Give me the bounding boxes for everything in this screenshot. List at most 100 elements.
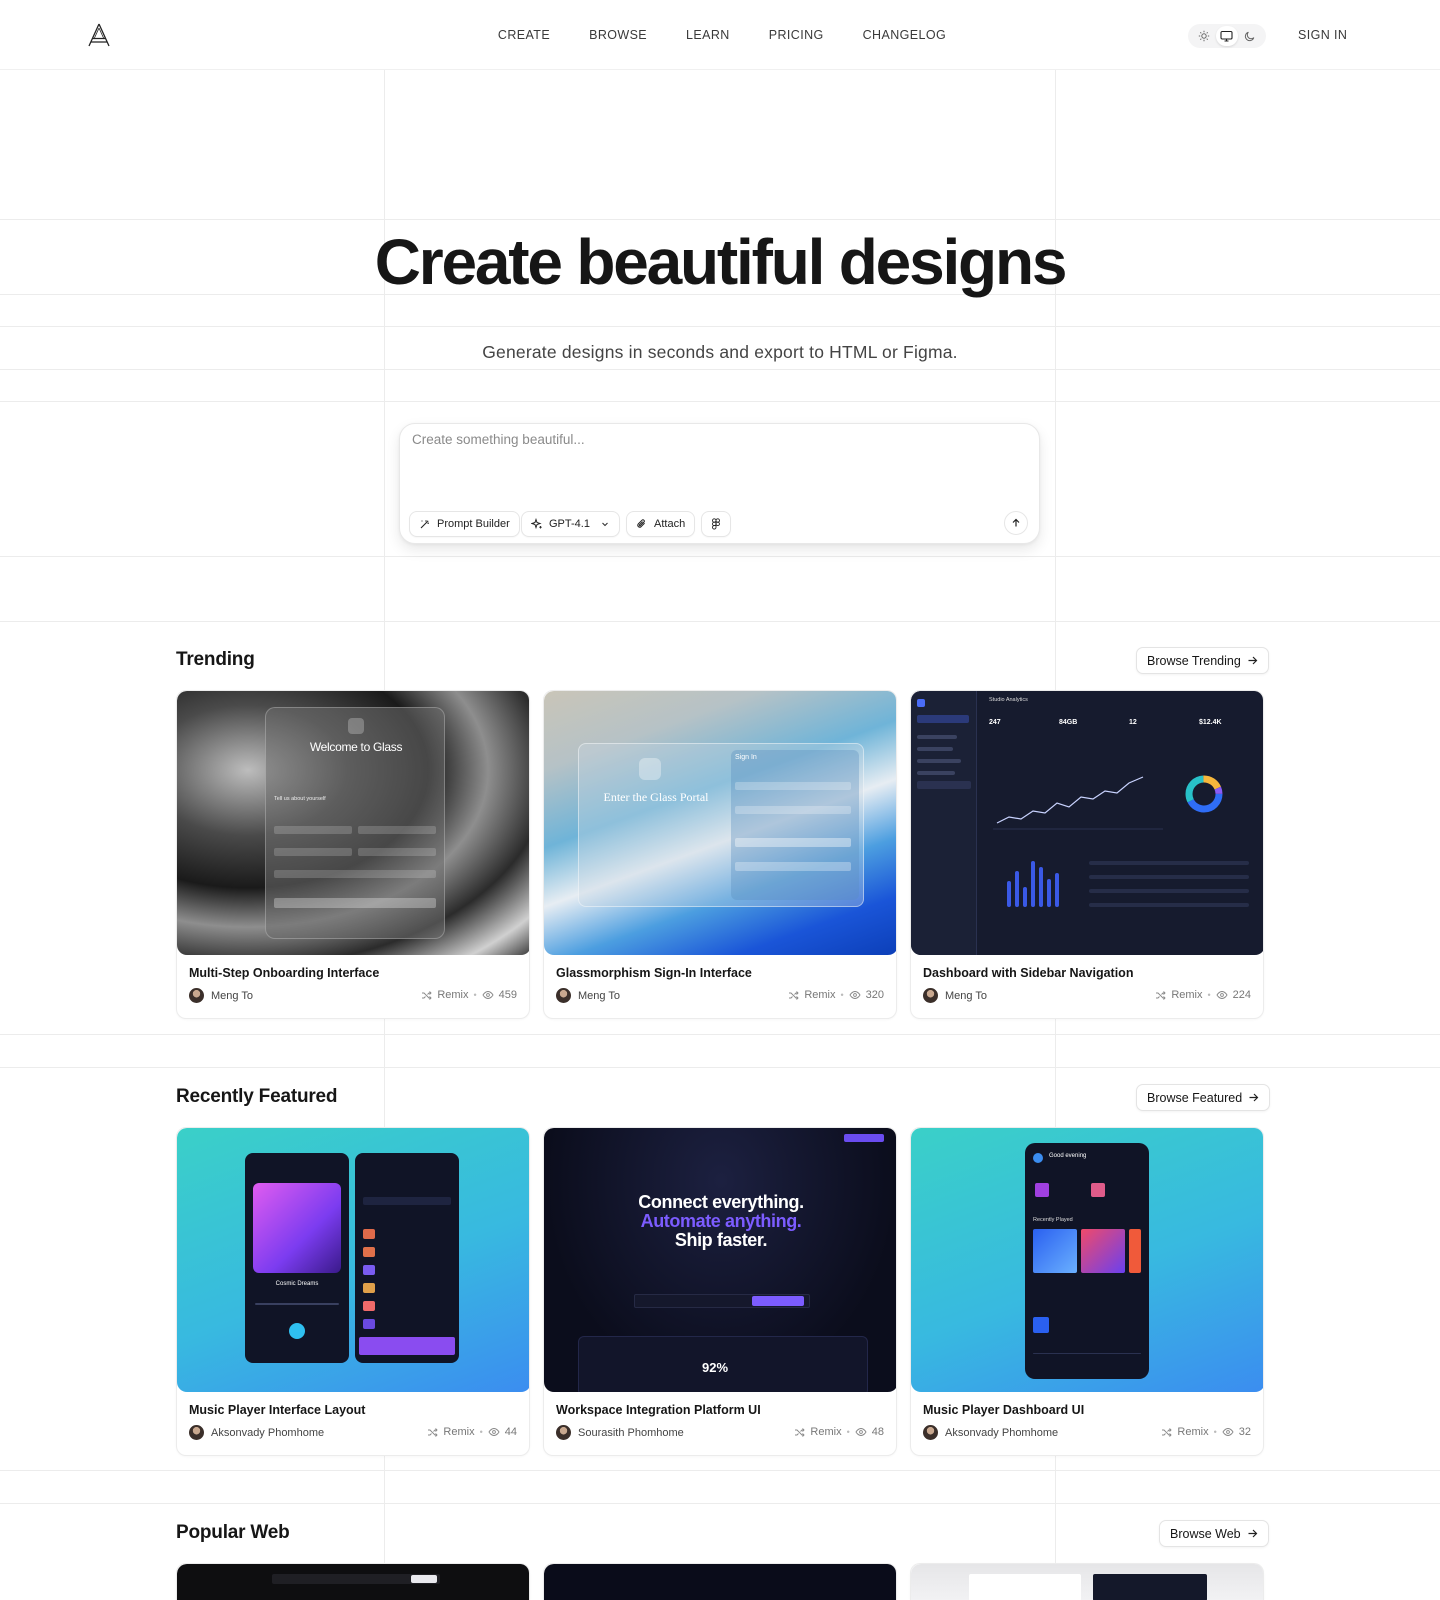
card-thumbnail [544,1564,896,1600]
card-author[interactable]: Meng To [556,988,620,1003]
site-header: CREATE BROWSE LEARN PRICING CHANGELOG SI… [0,0,1440,70]
thumb-heading: Ship faster. [674,1230,768,1250]
prompt-builder-label: Prompt Builder [437,518,510,530]
card-stats: Remix • 320 [788,989,884,1001]
system-theme-button[interactable] [1215,26,1238,46]
browse-trending-button[interactable]: Browse Trending [1136,647,1269,674]
figma-icon [712,518,720,530]
grid-line [0,1470,1440,1471]
card-author[interactable]: Sourasith Phomhome [556,1425,684,1440]
remix-label[interactable]: Remix [443,1426,474,1438]
nav-changelog[interactable]: CHANGELOG [863,28,946,42]
card-title: Multi-Step Onboarding Interface [189,966,380,980]
card-thumbnail: Good evening Recently Played [911,1128,1263,1392]
grid-line [0,1503,1440,1504]
browse-web-button[interactable]: Browse Web [1159,1520,1269,1547]
nav-learn[interactable]: LEARN [686,28,730,42]
remix-label[interactable]: Remix [810,1426,841,1438]
view-count: 32 [1238,1426,1251,1438]
shuffle-icon [422,990,432,1000]
separator: • [846,1427,850,1437]
model-label: GPT-4.1 [549,518,590,530]
browse-featured-button[interactable]: Browse Featured [1136,1084,1271,1111]
design-card[interactable]: Welcome to Glass Tell us about yourself … [176,690,530,1019]
design-card[interactable]: Good evening Recently Played Music Playe… [910,1127,1264,1456]
view-count: 459 [498,989,517,1001]
browse-web-label: Browse Web [1170,1526,1241,1541]
thumb-subheading: Recently Played [1033,1217,1073,1223]
shuffle-icon [789,990,799,1000]
avatar [923,1425,938,1440]
sparkle-icon [531,518,542,530]
view-count: 224 [1232,989,1251,1001]
avatar [556,988,571,1003]
design-card[interactable]: Cosmic Dreams Music Player Interface Lay… [176,1127,530,1456]
eye-icon [849,991,861,999]
avatar [556,1425,571,1440]
card-author[interactable]: Aksonvady Phomhome [189,1425,324,1440]
remix-label[interactable]: Remix [437,989,468,1001]
arrow-right-icon [1248,656,1258,665]
design-card[interactable]: Studio Analytics 247 84GB 12 $12.4K Dash… [910,690,1264,1019]
monitor-icon [1220,30,1234,42]
figma-button[interactable] [701,511,731,537]
nav-create[interactable]: CREATE [498,28,550,42]
browse-featured-label: Browse Featured [1147,1090,1243,1105]
grid-line [0,556,1440,557]
model-select[interactable]: GPT-4.1 [521,511,620,537]
eye-icon [482,991,494,999]
separator: • [479,1427,483,1437]
remix-label[interactable]: Remix [1171,989,1202,1001]
card-author[interactable]: Meng To [923,988,987,1003]
prompt-input[interactable] [412,432,1022,492]
remix-label[interactable]: Remix [1177,1426,1208,1438]
send-button[interactable] [1004,511,1028,535]
thumb-heading-accent: Automate anything. [640,1211,802,1231]
card-stats: Remix • 32 [1161,1426,1251,1438]
nav-browse[interactable]: BROWSE [589,28,647,42]
avatar [189,988,204,1003]
grid-line [0,1067,1440,1068]
design-card[interactable]: Connect everything. Automate anything. S… [543,1127,897,1456]
design-card[interactable]: Enter the Glass Portal Sign In Glassmorp… [543,690,897,1019]
shuffle-icon [795,1427,806,1437]
author-name: Aksonvady Phomhome [211,1426,325,1439]
card-title: Music Player Dashboard UI [923,1403,1085,1417]
attach-button[interactable]: Attach [626,511,696,537]
sign-in-link[interactable]: SIGN IN [1298,28,1347,42]
thumb-heading: Connect everything. [638,1192,804,1212]
magic-wand-icon [420,520,429,529]
sun-icon [1198,30,1209,42]
prompt-builder-button[interactable]: Prompt Builder [409,511,520,537]
grid-line [0,219,1440,220]
view-count: 320 [865,989,884,1001]
card-thumbnail: Enter the Glass Portal Sign In [544,691,896,955]
author-name: Aksonvady Phomhome [945,1426,1059,1439]
thumb-subheading: Sign In [735,754,757,761]
nav-pricing[interactable]: PRICING [769,28,824,42]
eye-icon [1216,991,1228,999]
design-card[interactable] [176,1563,530,1600]
separator: • [840,990,844,1000]
stat-value: 92% [702,1360,729,1375]
separator: • [473,990,477,1000]
paperclip-icon [637,519,645,528]
grid-line [0,621,1440,622]
dark-theme-button[interactable] [1239,26,1261,46]
chevron-down-icon [602,522,608,527]
remix-label[interactable]: Remix [804,989,835,1001]
featured-title: Recently Featured [176,1086,338,1107]
light-theme-button[interactable] [1193,26,1215,46]
card-author[interactable]: Meng To [189,988,253,1003]
view-count: 44 [504,1426,517,1438]
moon-icon [1245,31,1255,42]
card-author[interactable]: Aksonvady Phomhome [923,1425,1058,1440]
design-card[interactable] [543,1563,897,1600]
grid-line [0,326,1440,327]
design-card[interactable] [910,1563,1264,1600]
theme-toggle [1188,24,1266,48]
popular-title: Popular Web [176,1522,290,1543]
thumb-heading: Good evening [1049,1153,1087,1159]
attach-label: Attach [654,518,686,530]
thumb-heading: Cosmic Dreams [275,1281,319,1287]
